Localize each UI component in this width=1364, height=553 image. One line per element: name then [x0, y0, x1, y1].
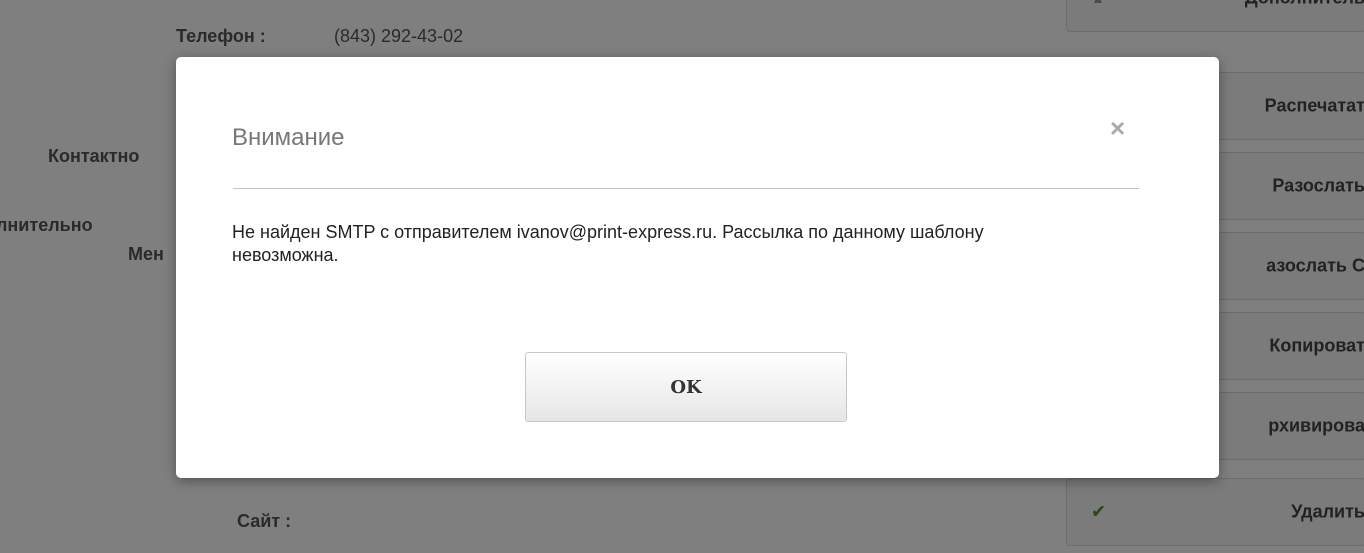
alert-dialog: Внимание × Не найден SMTP с отправителем… [176, 57, 1219, 478]
dialog-message: Не найден SMTP с отправителем ivanov@pri… [232, 222, 984, 265]
close-icon[interactable]: × [1110, 115, 1125, 141]
dialog-title: Внимание [232, 124, 345, 151]
dialog-divider [233, 188, 1139, 189]
ok-button[interactable]: OK [525, 352, 847, 422]
